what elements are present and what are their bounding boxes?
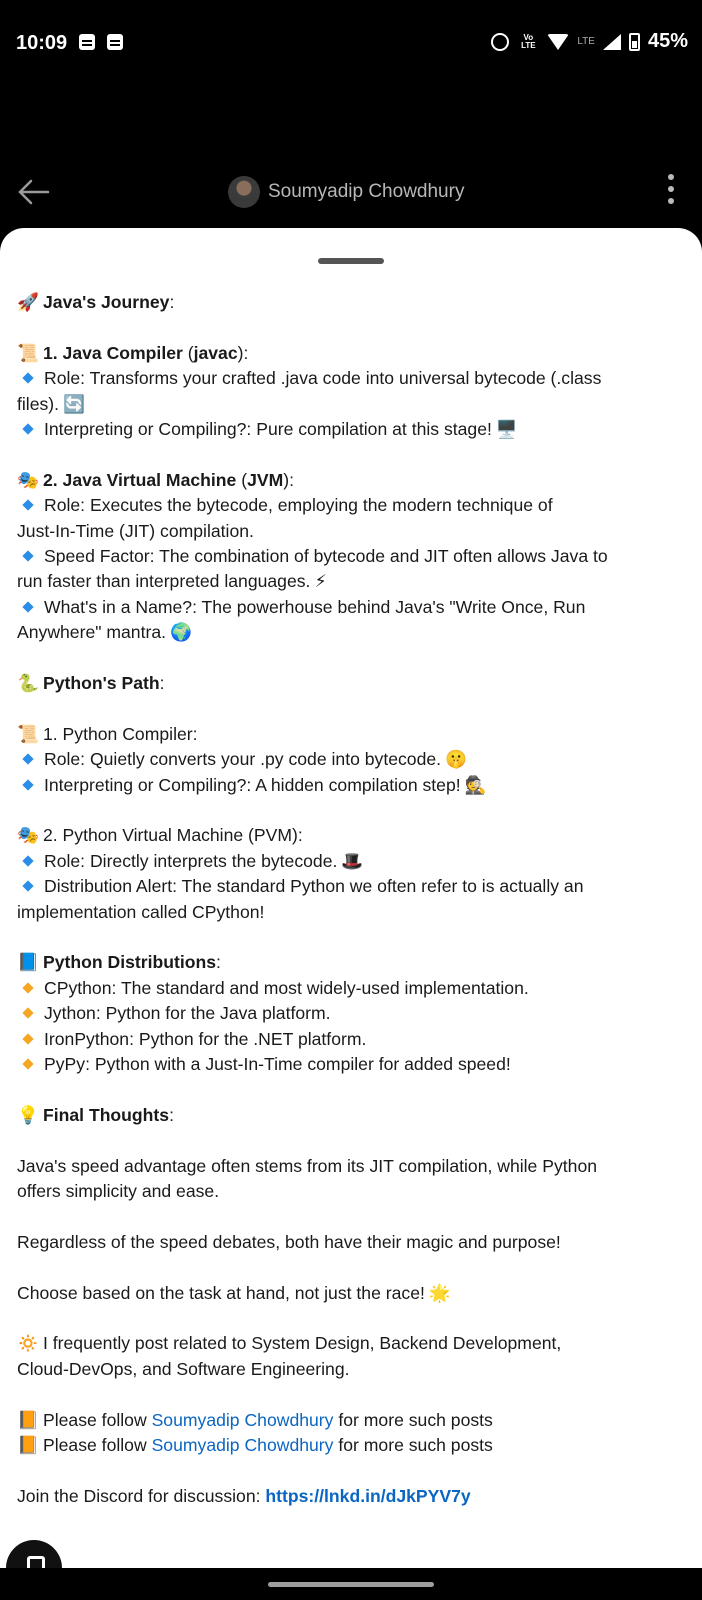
wifi-icon — [547, 33, 570, 50]
list-item: Role: Quietly converts your .py code int… — [17, 747, 687, 772]
computer-icon: 🖥️ — [495, 419, 518, 440]
bullet-diamond-icon — [22, 753, 34, 765]
author-name: Soumyadip Chowdhury — [268, 181, 465, 202]
blue-book-icon: 📘 — [17, 952, 39, 973]
paragraph: Choose based on the task at hand, not ju… — [17, 1281, 687, 1306]
sun-icon: 🔅 — [17, 1333, 39, 1354]
post-content: 🚀 Java's Journey: 📜 1. Java Compiler (java… — [17, 290, 687, 1509]
list-item: PyPy: Python with a Just-In-Time compile… — [17, 1052, 687, 1077]
final-heading: 💡 Final Thoughts: — [17, 1103, 687, 1128]
list-item-cont: Just-In-Time (JIT) compilation. — [17, 520, 254, 541]
about-line: 🔅 I frequently post related to System Des… — [17, 1331, 687, 1356]
bullet-diamond-icon — [22, 372, 34, 384]
detective-icon: 🕵️ — [464, 774, 487, 795]
lightning-icon: ⚡ — [314, 571, 327, 592]
author-mention-link[interactable]: Soumyadip Chowdhury — [152, 1435, 334, 1455]
signal-icon — [602, 33, 621, 50]
bullet-diamond-icon — [22, 423, 34, 435]
python-compiler-title: 📜 1. Python Compiler: — [17, 722, 687, 747]
notification-icons — [79, 34, 123, 50]
bullet-diamond-icon — [22, 1007, 34, 1019]
follow-line: 📙 Please follow Soumyadip Chowdhury for m… — [17, 1433, 687, 1458]
about-line-cont: Cloud-DevOps, and Software Engineering. — [17, 1358, 350, 1379]
list-item: Speed Factor: The combination of bytecod… — [17, 544, 687, 569]
list-item: Role: Executes the bytecode, employing t… — [17, 493, 687, 518]
alarm-icon — [491, 32, 510, 51]
battery-icon — [628, 32, 640, 51]
list-item: IronPython: Python for the .NET platform… — [17, 1027, 687, 1052]
distributions-heading: 📘 Python Distributions: — [17, 950, 687, 975]
list-item: Distribution Alert: The standard Python … — [17, 874, 687, 899]
paragraph: Regardless of the speed debates, both ha… — [17, 1231, 561, 1252]
bullet-diamond-icon — [22, 982, 34, 994]
jvm-title: 🎭 2. Java Virtual Machine (JVM): — [17, 468, 687, 493]
list-item: Role: Transforms your crafted .java code… — [17, 366, 687, 391]
list-item: Interpreting or Compiling?: A hidden com… — [17, 773, 687, 798]
battery-level: 45% — [647, 30, 688, 52]
system-icons: Vo LTE LTE 45% — [491, 30, 688, 53]
lightbulb-icon: 💡 — [17, 1104, 39, 1125]
list-item: What's in a Name?: The powerhouse behind… — [17, 595, 687, 620]
bullet-diamond-icon — [22, 880, 34, 892]
post-sheet: 🚀 Java's Journey: 📜 1. Java Compiler (java… — [0, 228, 702, 1568]
masks-icon: 🎭 — [17, 469, 39, 490]
app-bar: Soumyadip Chowdhury — [0, 160, 702, 224]
list-item-cont: files). 🔄 — [17, 392, 687, 417]
drag-handle[interactable] — [318, 258, 384, 264]
snake-icon: 🐍 — [17, 673, 39, 694]
scroll-icon: 📜 — [17, 342, 39, 363]
back-arrow-icon[interactable] — [16, 174, 52, 210]
list-item: Interpreting or Compiling?: Pure compila… — [17, 417, 687, 442]
list-item: Jython: Python for the Java platform. — [17, 1001, 687, 1026]
paragraph: Java's speed advantage often stems from … — [17, 1155, 598, 1176]
paragraph-cont: offers simplicity and ease. — [17, 1181, 220, 1202]
list-item-cont: Anywhere" mantra. 🌍 — [17, 620, 687, 645]
avatar[interactable] — [228, 176, 260, 208]
bullet-diamond-icon — [22, 1058, 34, 1070]
masks-icon: 🎭 — [17, 825, 39, 846]
navigation-bar — [0, 1568, 702, 1600]
list-item-cont: run faster than interpreted languages. ⚡ — [17, 569, 687, 594]
more-options-icon[interactable] — [666, 174, 676, 208]
list-item-cont: implementation called CPython! — [17, 901, 265, 922]
top-hat-icon: 🎩 — [341, 850, 364, 871]
follow-line: 📙 Please follow Soumyadip Chowdhury for m… — [17, 1408, 687, 1433]
python-heading: 🐍 Python's Path: — [17, 671, 687, 696]
bullet-diamond-icon — [22, 550, 34, 562]
bullet-diamond-icon — [22, 1033, 34, 1045]
author-mention-link[interactable]: Soumyadip Chowdhury — [152, 1410, 334, 1430]
pvm-title: 🎭 2. Python Virtual Machine (PVM): — [17, 823, 687, 848]
scroll-icon: 📜 — [17, 723, 39, 744]
calendar-icon — [79, 34, 95, 50]
orange-book-icon: 📙 — [17, 1409, 39, 1430]
lte-label: LTE — [577, 36, 595, 47]
home-gesture-handle[interactable] — [268, 1582, 434, 1587]
discord-link[interactable]: https://lnkd.in/dJkPYV7y — [265, 1486, 470, 1506]
bullet-diamond-icon — [22, 499, 34, 511]
repeat-icon: 🔄 — [63, 393, 85, 414]
status-time: 10:09 — [16, 32, 68, 54]
orange-book-icon: 📙 — [17, 1435, 39, 1456]
discord-line: Join the Discord for discussion: https:/… — [17, 1485, 471, 1506]
rocket-icon: 🚀 — [17, 292, 39, 312]
author-header[interactable]: Soumyadip Chowdhury — [228, 176, 464, 208]
bullet-diamond-icon — [22, 778, 34, 791]
bullet-diamond-icon — [22, 855, 34, 867]
star-icon: 🌟 — [428, 1282, 451, 1303]
list-item: Role: Directly interprets the bytecode. 🎩 — [17, 849, 687, 874]
bullet-diamond-icon — [22, 601, 34, 613]
list-item: CPython: The standard and most widely-us… — [17, 976, 687, 1001]
calendar-icon — [107, 34, 123, 50]
volte-icon: Vo LTE — [521, 32, 536, 50]
shush-face-icon: 🤫 — [445, 749, 467, 770]
java-compiler-title: 📜 1. Java Compiler (javac): — [17, 341, 687, 366]
globe-icon: 🌍 — [170, 622, 192, 643]
status-bar: 10:09 Vo LTE LTE 45% — [0, 0, 702, 88]
java-heading: 🚀 Java's Journey: — [17, 290, 687, 315]
